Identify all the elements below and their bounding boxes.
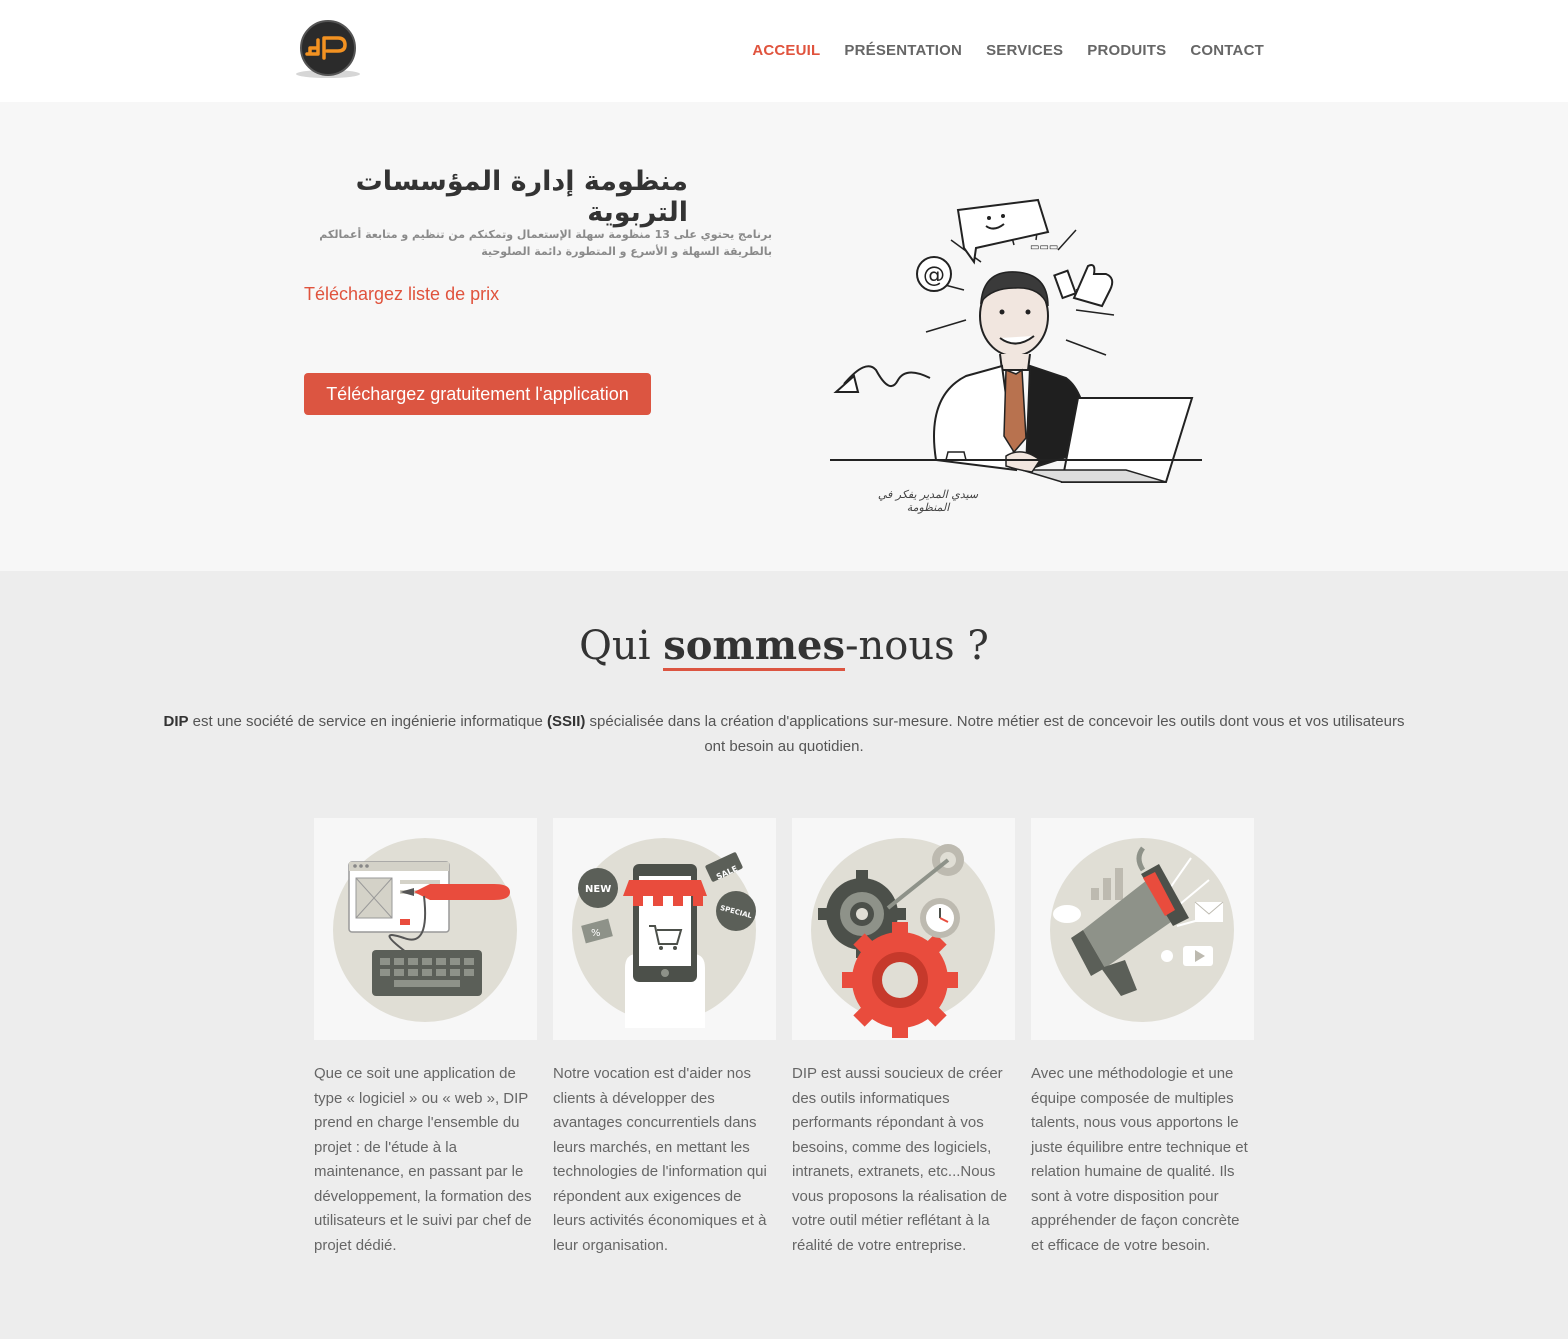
businessman-illustration: ▭▭▭ @ (826, 170, 1206, 510)
hero-section: منظومة إدارة المؤسسات التربوية برنامج يح… (0, 102, 1568, 571)
site-header: ACCEUIL PRÉSENTATION SERVICES PRODUITS C… (0, 0, 1568, 102)
feature-card: Que ce soit une application de type « lo… (314, 818, 537, 1258)
nav-produits[interactable]: PRODUITS (1087, 42, 1166, 59)
feature-card-text: Que ce soit une application de type « lo… (314, 1065, 532, 1254)
feature-card-text: Notre vocation est d'aider nos clients à… (553, 1065, 767, 1254)
feature-card-text: DIP est aussi soucieux de créer des outi… (792, 1065, 1008, 1254)
feature-cards: Que ce soit une application de type « lo… (314, 818, 1254, 1258)
feature-card: NEW SALE SPECIAL % Notre vocation est d'… (553, 818, 776, 1258)
about-title-pre: Qui (579, 623, 664, 669)
badge-new: NEW (585, 884, 611, 895)
dip-logo[interactable] (294, 18, 362, 82)
hero-subtitle: برنامج يحتوي على 13 منظومة سهلة الإستعما… (319, 228, 772, 258)
about-intro: DIP est une société de service en ingéni… (160, 709, 1408, 759)
svg-text:@: @ (923, 263, 945, 288)
intro-part2: spécialisée dans la création d'applicati… (585, 713, 1405, 755)
about-title-bold: sommes (663, 622, 846, 671)
svg-text:▭▭▭: ▭▭▭ (1030, 242, 1058, 253)
intro-part1: est une société de service en ingénierie… (188, 713, 548, 730)
web-design-icon (314, 818, 537, 1040)
feature-card: Avec une méthodologie et une équipe comp… (1031, 818, 1254, 1258)
megaphone-icon (1031, 818, 1254, 1040)
nav-contact[interactable]: CONTACT (1190, 42, 1264, 59)
feature-card-text: Avec une méthodologie et une équipe comp… (1031, 1065, 1248, 1254)
about-section: Qui sommes-nous ? DIP est une société de… (0, 571, 1568, 1339)
feature-card: DIP est aussi soucieux de créer des outi… (792, 818, 1015, 1258)
illustration-caption: سيدي المدير يفكر في المنظومة (877, 488, 979, 514)
hero-title: منظومة إدارة المؤسسات التربوية (355, 166, 688, 228)
nav-presentation[interactable]: PRÉSENTATION (844, 42, 962, 59)
price-list-link[interactable]: Téléchargez liste de prix (304, 284, 499, 305)
about-title: Qui sommes-nous ? (0, 623, 1568, 671)
main-nav: ACCEUIL PRÉSENTATION SERVICES PRODUITS C… (752, 42, 1264, 59)
about-title-post: -nous ? (845, 623, 989, 669)
mobile-shop-icon: NEW SALE SPECIAL % (553, 818, 776, 1040)
intro-ssii: (SSII) (547, 713, 586, 730)
download-app-button[interactable]: Téléchargez gratuitement l'application (304, 373, 651, 415)
intro-dip: DIP (163, 713, 189, 730)
gears-icon (792, 818, 1015, 1040)
nav-acceuil[interactable]: ACCEUIL (752, 42, 820, 59)
nav-services[interactable]: SERVICES (986, 42, 1063, 59)
badge-percent: % (591, 928, 601, 939)
